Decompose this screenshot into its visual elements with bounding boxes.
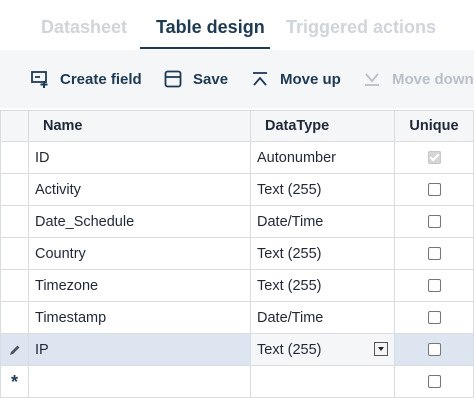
field-datatype-cell[interactable]: Date/Time xyxy=(250,302,394,333)
table-row[interactable]: Activity Text (255) xyxy=(0,174,474,206)
field-name-cell[interactable]: Activity xyxy=(28,174,250,205)
move-down-button[interactable]: Move down xyxy=(362,64,474,94)
add-field-icon xyxy=(30,69,50,89)
unique-cell xyxy=(394,238,474,269)
field-datatype-cell[interactable]: Date/Time xyxy=(250,206,394,237)
table-row[interactable]: Timezone Text (255) xyxy=(0,270,474,302)
new-row-star-icon: * xyxy=(10,371,18,392)
move-up-button[interactable]: Move up xyxy=(250,64,341,94)
row-selector[interactable]: * xyxy=(0,366,28,397)
column-header-datatype[interactable]: DataType xyxy=(250,111,394,141)
datatype-select[interactable]: Text (255) xyxy=(250,334,394,365)
create-field-button[interactable]: Create field xyxy=(30,64,142,94)
field-datatype-cell[interactable]: Autonumber xyxy=(250,142,394,173)
table-row[interactable]: ID Autonumber xyxy=(0,142,474,174)
field-datatype-cell[interactable] xyxy=(250,366,394,397)
move-down-label: Move down xyxy=(392,70,474,88)
unique-checkbox[interactable] xyxy=(427,311,441,324)
move-down-icon xyxy=(362,69,382,89)
create-field-label: Create field xyxy=(60,70,142,88)
unique-checkbox xyxy=(427,151,441,164)
unique-checkbox[interactable] xyxy=(427,279,441,292)
save-label: Save xyxy=(193,70,229,88)
fields-table: Name DataType Unique ID Autonumber Activ… xyxy=(0,110,474,398)
row-selector[interactable] xyxy=(0,270,28,301)
row-selector[interactable] xyxy=(0,206,28,237)
unique-cell xyxy=(394,366,474,397)
column-header-unique[interactable]: Unique xyxy=(394,111,474,141)
table-row[interactable]: Timestamp Date/Time xyxy=(0,302,474,334)
unique-checkbox[interactable] xyxy=(427,183,441,196)
tab-table-design[interactable]: Table design xyxy=(156,12,265,42)
datatype-select-value: Text (255) xyxy=(257,341,322,358)
tab-datasheet[interactable]: Datasheet xyxy=(41,12,127,42)
pencil-icon xyxy=(9,345,19,355)
unique-cell xyxy=(394,206,474,237)
table-row-new[interactable]: * xyxy=(0,366,474,398)
unique-checkbox[interactable] xyxy=(427,343,441,356)
field-datatype-cell[interactable]: Text (255) xyxy=(250,270,394,301)
dropdown-arrow-icon[interactable] xyxy=(374,342,388,356)
unique-cell xyxy=(394,270,474,301)
field-name-cell[interactable]: Country xyxy=(28,238,250,269)
row-selector[interactable] xyxy=(0,142,28,173)
move-up-label: Move up xyxy=(280,70,341,88)
row-selector[interactable] xyxy=(0,334,28,365)
unique-checkbox[interactable] xyxy=(427,375,441,388)
field-name-cell[interactable]: Timezone xyxy=(28,270,250,301)
field-name-cell[interactable]: Date_Schedule xyxy=(28,206,250,237)
unique-cell xyxy=(394,174,474,205)
save-icon xyxy=(163,69,183,89)
field-name-cell[interactable]: IP xyxy=(28,334,250,365)
save-button[interactable]: Save xyxy=(163,64,228,94)
tab-bar: Datasheet Table design Triggered actions xyxy=(0,0,474,50)
field-datatype-cell[interactable]: Text (255) xyxy=(250,238,394,269)
unique-cell xyxy=(394,302,474,333)
field-name-cell[interactable]: ID xyxy=(28,142,250,173)
unique-checkbox[interactable] xyxy=(427,215,441,228)
move-up-icon xyxy=(250,69,270,89)
field-datatype-cell[interactable]: Text (255) xyxy=(250,174,394,205)
table-row-selected[interactable]: IP Text (255) xyxy=(0,334,474,366)
row-selector[interactable] xyxy=(0,238,28,269)
table-designer: Datasheet Table design Triggered actions… xyxy=(0,0,474,398)
header-selector-cell xyxy=(0,111,28,141)
field-name-cell[interactable]: Timestamp xyxy=(28,302,250,333)
table-header-row: Name DataType Unique xyxy=(0,110,474,142)
unique-cell xyxy=(394,142,474,173)
column-header-name[interactable]: Name xyxy=(28,111,250,141)
table-row[interactable]: Country Text (255) xyxy=(0,238,474,270)
unique-checkbox[interactable] xyxy=(427,247,441,260)
table-row[interactable]: Date_Schedule Date/Time xyxy=(0,206,474,238)
row-selector[interactable] xyxy=(0,302,28,333)
active-tab-indicator xyxy=(140,47,270,49)
row-selector[interactable] xyxy=(0,174,28,205)
tab-triggered-actions[interactable]: Triggered actions xyxy=(286,12,436,42)
unique-cell xyxy=(394,334,474,365)
toolbar: Create field Save Move up Move down xyxy=(0,50,474,108)
field-name-cell[interactable] xyxy=(28,366,250,397)
